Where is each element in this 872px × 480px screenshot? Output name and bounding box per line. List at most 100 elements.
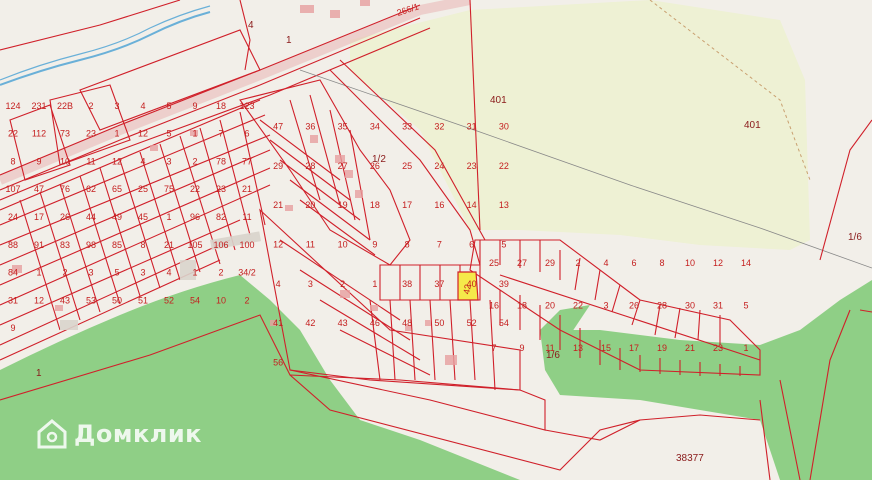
plot-number-label: 21: [273, 200, 283, 210]
plot-number-label: 88: [8, 240, 18, 250]
plot-number-label: 13: [499, 200, 509, 210]
plot-number-label: 3: [140, 268, 145, 278]
plot-number-label: 7: [218, 129, 223, 139]
label-field-b: 401: [744, 120, 761, 131]
plot-number-label: 2: [192, 156, 197, 166]
plot-number-label: 75: [164, 184, 174, 194]
plot-number-label: 47: [273, 122, 283, 132]
plot-number-label: 12: [112, 156, 122, 166]
plot-number-label: 18: [517, 301, 527, 311]
plot-number-label: 77: [242, 156, 252, 166]
plot-number-label: 35: [338, 122, 348, 132]
plot-number-label: 37: [434, 279, 444, 289]
plot-number-label: 2: [575, 258, 580, 268]
plot-number-label: 123: [239, 101, 254, 111]
plot-number-label: 54: [190, 295, 200, 305]
plot-number-label: 7: [437, 240, 442, 250]
plot-number-label: 50: [434, 318, 444, 328]
plot-number-label: 17: [629, 343, 639, 353]
plot-number-label: 3: [114, 101, 119, 111]
plot-number-label: 85: [112, 240, 122, 250]
plot-number-label: 5: [501, 240, 506, 250]
plot-number-label: 9: [36, 156, 41, 166]
plot-number-label: 91: [34, 240, 44, 250]
plot-number-label: 24: [8, 212, 18, 222]
plot-number-label: 21: [685, 343, 695, 353]
plot-number-label: 11: [306, 240, 315, 250]
plot-number-label: 19: [657, 343, 667, 353]
plot-number-label: 12: [34, 295, 44, 305]
plot-number-label: 23: [467, 161, 477, 171]
plot-number-label: 10: [685, 258, 695, 268]
plot-number-label: 1: [192, 129, 197, 139]
label-top-4: 4: [248, 20, 254, 31]
plot-number-label: 12: [273, 240, 283, 250]
plot-number-label: 30: [685, 301, 695, 311]
plot-number-label: 9: [519, 343, 524, 353]
plot-number-label: 25: [138, 184, 148, 194]
plot-number-label: 6: [244, 129, 249, 139]
plot-number-label: 52: [164, 295, 174, 305]
plot-number-label: 2: [218, 268, 223, 278]
plot-number-label: 98: [86, 240, 96, 250]
plot-number-label: 26: [629, 301, 639, 311]
plot-number-label: 24: [434, 161, 444, 171]
plot-number-label: 52: [467, 318, 477, 328]
plot-number-label: 1: [192, 268, 197, 278]
plot-number-label: 8: [140, 240, 145, 250]
plot-number-label: 5: [114, 268, 119, 278]
plot-number-label: 5: [166, 101, 171, 111]
plot-number-label: 50: [112, 295, 122, 305]
plot-number-label: 49: [112, 212, 122, 222]
plot-number-label: 17: [402, 200, 412, 210]
plot-number-label: 10: [338, 240, 348, 250]
plot-number-label: 47: [34, 184, 44, 194]
plot-number-label: 27: [517, 258, 527, 268]
plot-number-label: 6: [631, 258, 636, 268]
plot-number-label: 5: [743, 301, 748, 311]
plot-number-label: 1: [743, 343, 748, 353]
plot-number-label: 96: [190, 212, 200, 222]
plot-number-label: 16: [434, 200, 444, 210]
plot-number-label: 34/2: [238, 268, 256, 278]
plot-number-label: 28: [305, 161, 315, 171]
plot-number-label: 13: [573, 343, 583, 353]
plot-number-label: 19: [338, 200, 348, 210]
plot-number-label: 11: [545, 343, 554, 353]
plot-number-label: 22: [190, 184, 200, 194]
cadastral-map[interactable]: 42 401 401 1/2 1/6 1/6 38377 1 1 4 266/1…: [0, 0, 872, 480]
plot-number-label: 20: [545, 301, 555, 311]
plot-number-label: 78: [216, 156, 226, 166]
plot-number-label: 106: [213, 240, 228, 250]
plot-number-label: 45: [138, 212, 148, 222]
plot-number-label: 21: [242, 184, 252, 194]
plot-number-label: 31: [713, 301, 723, 311]
plot-number-label: 28: [657, 301, 667, 311]
plot-number-label: 4: [276, 279, 281, 289]
plot-number-label: 16: [489, 301, 499, 311]
plot-number-label: 2: [88, 101, 93, 111]
plot-number-label: 76: [60, 184, 70, 194]
label-top-left: 1: [286, 35, 292, 46]
plot-number-label: 42: [305, 318, 315, 328]
plot-number-label: 100: [239, 240, 254, 250]
plot-number-label: 22: [499, 161, 509, 171]
plot-number-label: 231: [31, 101, 46, 111]
plot-number-label: 23: [713, 343, 723, 353]
plot-number-label: 33: [402, 122, 412, 132]
plot-number-label: 4: [603, 258, 608, 268]
plot-number-label: 4: [166, 268, 171, 278]
plot-number-label: 82: [216, 212, 226, 222]
plot-number-label: 3: [603, 301, 608, 311]
plot-number-label: 18: [216, 101, 226, 111]
plot-number-label: 3: [166, 156, 171, 166]
map-canvas[interactable]: 42 401 401 1/2 1/6 1/6 38377 1 1 4 266/1…: [0, 0, 872, 480]
plot-number-label: 43: [60, 295, 70, 305]
plot-number-label: 112: [32, 129, 46, 139]
plot-number-label: 22: [8, 129, 18, 139]
plot-number-label: 12: [713, 258, 723, 268]
plot-number-label: 5: [166, 129, 171, 139]
plot-number-label: 41: [273, 318, 283, 328]
plot-number-label: 18: [370, 200, 380, 210]
plot-number-label: 62: [86, 184, 96, 194]
